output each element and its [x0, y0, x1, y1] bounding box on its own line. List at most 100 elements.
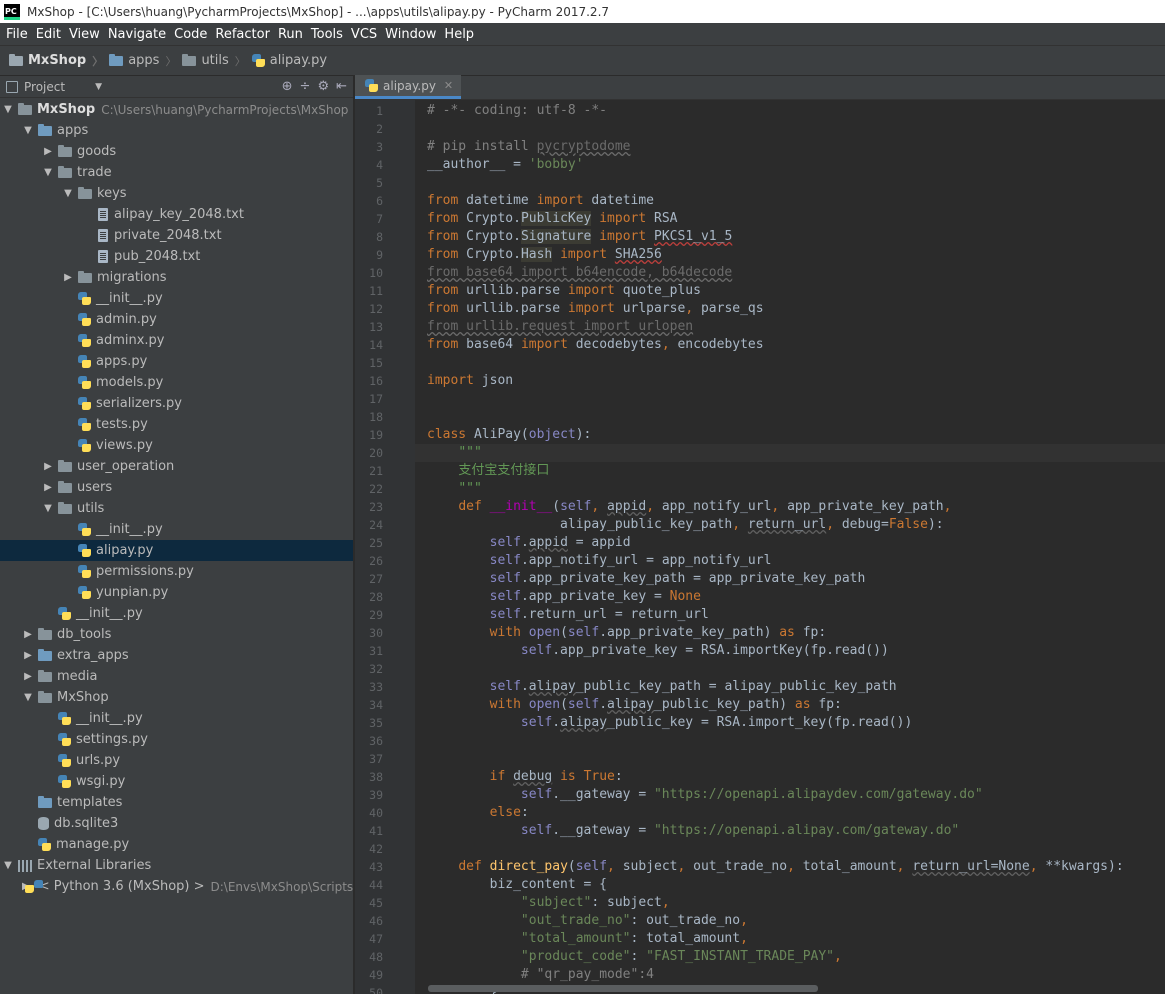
tree-node[interactable]: templates — [0, 792, 353, 813]
tree-node[interactable]: serializers.py — [0, 393, 353, 414]
tree-node[interactable]: ▼ trade — [0, 162, 353, 183]
collapse-arrow-icon[interactable]: ▶ — [42, 146, 54, 157]
tree-node[interactable]: pub_2048.txt — [0, 246, 353, 267]
collapse-arrow-icon[interactable]: ▶ — [42, 482, 54, 493]
collapse-arrow-icon[interactable]: ▶ — [22, 671, 34, 682]
code-token: self — [575, 859, 608, 874]
tree-node[interactable]: permissions.py — [0, 561, 353, 582]
tree-node[interactable]: admin.py — [0, 309, 353, 330]
breadcrumb-item[interactable]: apps 〉 — [109, 53, 182, 69]
expand-arrow-icon[interactable]: ▼ — [42, 503, 54, 514]
horizontal-scrollbar[interactable] — [428, 985, 818, 992]
tree-node[interactable]: ▶ users — [0, 477, 353, 498]
hide-panel-icon[interactable]: ⇤ — [336, 79, 347, 94]
code-token: : — [630, 949, 647, 964]
chevron-down-icon[interactable]: ▼ — [95, 82, 102, 92]
tree-node[interactable]: ▼ MxShop C:\Users\huang\PycharmProjects\Mx… — [0, 99, 353, 120]
project-view-selector[interactable]: Project — [24, 80, 65, 94]
tree-node[interactable]: urls.py — [0, 750, 353, 771]
tree-node[interactable]: ▼ apps — [0, 120, 353, 141]
python-file-icon — [78, 439, 91, 452]
code-token: : total_amount — [630, 931, 741, 946]
tree-node[interactable]: models.py — [0, 372, 353, 393]
menu-navigate[interactable]: Navigate — [104, 27, 170, 42]
menu-help[interactable]: Help — [440, 27, 478, 42]
tree-node[interactable]: __init__.py — [0, 288, 353, 309]
collapse-arrow-icon[interactable]: ▶ — [22, 629, 34, 640]
menu-tools[interactable]: Tools — [307, 27, 347, 42]
tree-node[interactable]: apps.py — [0, 351, 353, 372]
tree-node[interactable]: ▼ utils — [0, 498, 353, 519]
menu-vcs[interactable]: VCS — [347, 27, 381, 42]
collapse-arrow-icon[interactable]: ▶ — [42, 461, 54, 472]
tree-node[interactable]: private_2048.txt — [0, 225, 353, 246]
code-token: "total_amount" — [520, 931, 631, 946]
tree-node[interactable]: views.py — [0, 435, 353, 456]
expand-arrow-icon[interactable]: ▼ — [62, 188, 74, 199]
tree-node[interactable]: ▶ migrations — [0, 267, 353, 288]
menu-edit[interactable]: Edit — [32, 27, 65, 42]
tree-node[interactable]: ▶ db_tools — [0, 624, 353, 645]
line-number: 10 — [369, 266, 383, 280]
tree-node[interactable]: __init__.py — [0, 519, 353, 540]
tree-node[interactable]: alipay_key_2048.txt — [0, 204, 353, 225]
menu-code[interactable]: Code — [170, 27, 211, 42]
close-icon[interactable]: ✕ — [444, 79, 453, 92]
tree-node[interactable]: settings.py — [0, 729, 353, 750]
tree-node[interactable]: manage.py — [0, 834, 353, 855]
code-token: app_notify_url — [661, 499, 772, 514]
tree-node[interactable]: ▶ user_operation — [0, 456, 353, 477]
tree-node[interactable]: ▶ extra_apps — [0, 645, 353, 666]
expand-arrow-icon[interactable]: ▼ — [2, 860, 14, 871]
tree-node[interactable]: db.sqlite3 — [0, 813, 353, 834]
tree-node[interactable]: ▼ External Libraries — [0, 855, 353, 876]
code-token: self — [489, 589, 521, 604]
gear-icon[interactable]: ⚙ — [317, 79, 329, 94]
menu-view[interactable]: View — [65, 27, 104, 42]
tree-node[interactable]: __init__.py — [0, 708, 353, 729]
line-number: 25 — [369, 536, 383, 550]
tree-node[interactable]: adminx.py — [0, 330, 353, 351]
tree-node[interactable]: ▼ MxShop — [0, 687, 353, 708]
breadcrumb-item[interactable]: alipay.py — [251, 53, 327, 68]
python-file-icon — [78, 544, 91, 557]
expand-arrow-icon[interactable]: ▼ — [22, 692, 34, 703]
expand-arrow-icon[interactable]: ▼ — [22, 125, 34, 136]
code-line: class AliPay(object): — [427, 426, 591, 444]
tree-node-label: private_2048.txt — [114, 228, 222, 243]
menu-run[interactable]: Run — [274, 27, 307, 42]
code-token: open — [528, 625, 561, 640]
tree-node[interactable]: tests.py — [0, 414, 353, 435]
tree-node[interactable]: ▼ keys — [0, 183, 353, 204]
code-editor[interactable]: # -*- coding: utf-8 -*- # pip install pyc… — [415, 100, 1165, 994]
tree-node[interactable]: __init__.py — [0, 603, 353, 624]
tree-node-label: apps.py — [96, 354, 148, 369]
tree-node[interactable]: alipay.py — [0, 540, 353, 561]
menu-window[interactable]: Window — [381, 27, 440, 42]
tree-node[interactable]: yunpian.py — [0, 582, 353, 603]
expand-arrow-icon[interactable]: ▼ — [42, 167, 54, 178]
code-token: self — [489, 535, 521, 550]
tree-node[interactable]: ▶ goods — [0, 141, 353, 162]
tree-node[interactable]: ▶ < Python 3.6 (MxShop) > D:\Envs\MxShop\S… — [0, 876, 353, 897]
collapse-arrow-icon[interactable]: ▶ — [22, 650, 34, 661]
tree-node-label: db_tools — [57, 627, 112, 642]
code-token: , — [740, 913, 748, 928]
code-line: with open(self.app_private_key_path) as … — [427, 624, 827, 642]
breadcrumb-item[interactable]: utils 〉 — [182, 53, 251, 69]
tree-node[interactable]: wsgi.py — [0, 771, 353, 792]
breadcrumb-item[interactable]: MxShop 〉 — [9, 53, 109, 69]
collapse-icon[interactable]: ÷ — [300, 79, 311, 94]
menu-file[interactable]: File — [2, 27, 32, 42]
menu-refactor[interactable]: Refactor — [211, 27, 274, 42]
tree-node[interactable]: ▶ media — [0, 666, 353, 687]
code-token: RSA — [654, 211, 678, 226]
expand-arrow-icon[interactable]: ▼ — [2, 104, 14, 115]
tab-alipay-py[interactable]: alipay.py ✕ — [355, 75, 462, 99]
locate-icon[interactable]: ⊕ — [282, 79, 293, 94]
window-titlebar: PC MxShop - [C:\Users\huang\PycharmProje… — [0, 0, 1165, 23]
collapse-arrow-icon[interactable]: ▶ — [62, 272, 74, 283]
